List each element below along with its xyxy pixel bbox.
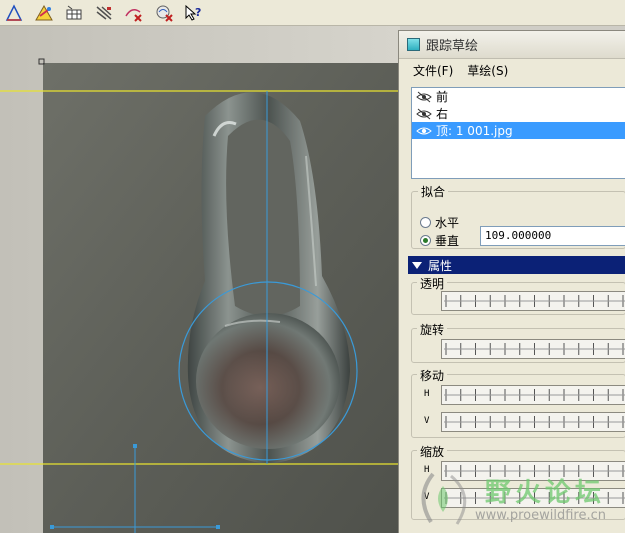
move-h-slider[interactable]	[441, 385, 625, 405]
context-help-icon: ?	[185, 4, 201, 21]
sketch-point[interactable]	[216, 525, 220, 529]
properties-header[interactable]: 属性	[408, 256, 625, 274]
trace-sketch-dialog: 跟踪草绘 文件(F) 草绘(S) 前 右 顶: 1 001.jpg 拟合 水平 …	[398, 30, 625, 533]
radio-vertical[interactable]: 垂直	[420, 232, 459, 249]
transparency-slider[interactable]	[441, 291, 625, 311]
list-item-label: 前	[436, 90, 449, 104]
move-h-label: H	[424, 389, 430, 399]
menu-sketch[interactable]: 草绘(S)	[467, 61, 508, 80]
move-group: 移动 H V	[411, 367, 625, 439]
ruler-grid-button[interactable]	[62, 2, 86, 24]
move-label: 移动	[417, 367, 448, 384]
dialog-title: 跟踪草绘	[426, 39, 479, 54]
sketch-point[interactable]	[50, 525, 54, 529]
move-v-label: V	[424, 416, 430, 426]
scale-label: 缩放	[417, 443, 448, 460]
watermark-text: 野火论坛	[485, 478, 606, 508]
menu-file[interactable]: 文件(F)	[413, 61, 453, 80]
rotation-slider[interactable]	[441, 339, 625, 359]
properties-title: 属性	[428, 258, 453, 273]
radio-circle[interactable]	[420, 235, 431, 246]
collapse-triangle-icon[interactable]	[412, 261, 422, 269]
radio-horizontal-label: 水平	[435, 216, 460, 230]
eye-visible-icon[interactable]	[416, 125, 432, 137]
transparency-label: 透明	[417, 275, 448, 292]
svg-text:?: ?	[195, 6, 201, 19]
color-palette-icon	[35, 4, 53, 20]
watermark-logo-icon	[421, 472, 467, 525]
watermark: 野火论坛 www.proewildfire.cn	[413, 466, 625, 530]
list-item-right[interactable]: 右	[412, 105, 625, 122]
sketch-triangle-button[interactable]	[2, 2, 26, 24]
watermark-url: www.proewildfire.cn	[475, 508, 606, 523]
radio-circle[interactable]	[420, 217, 431, 228]
window-icon	[407, 38, 420, 51]
dialog-menubar: 文件(F) 草绘(S)	[399, 59, 625, 81]
sketch-viewport[interactable]	[0, 26, 400, 533]
dialog-title-bar[interactable]: 跟踪草绘	[399, 31, 625, 59]
transparency-group: 透明	[411, 275, 625, 315]
radio-horizontal[interactable]: 水平	[420, 214, 459, 231]
eye-hidden-icon[interactable]	[416, 91, 432, 103]
erase-curve-button[interactable]	[122, 2, 146, 24]
list-item-label: 顶: 1 001.jpg	[436, 124, 513, 138]
toolbar: ?	[0, 0, 625, 26]
list-item-top[interactable]: 顶: 1 001.jpg	[412, 122, 625, 139]
list-item-front[interactable]: 前	[412, 88, 625, 105]
hatch-tool-icon	[96, 5, 112, 20]
eye-hidden-icon[interactable]	[416, 108, 432, 120]
context-help-button[interactable]: ?	[182, 2, 206, 24]
hatch-tool-button[interactable]	[92, 2, 116, 24]
move-v-slider[interactable]	[441, 412, 625, 432]
delete-sketch-icon	[156, 5, 173, 22]
rotation-label: 旋转	[417, 321, 448, 338]
radio-vertical-label: 垂直	[435, 234, 460, 248]
delete-sketch-button[interactable]	[152, 2, 176, 24]
fit-value-input[interactable]: 109.000000	[480, 226, 625, 246]
ruler-grid-icon	[66, 5, 82, 19]
sketch-point[interactable]	[133, 444, 137, 448]
sketch-triangle-icon	[5, 3, 23, 21]
fit-group: 拟合 水平 垂直 109.000000	[411, 183, 625, 249]
list-item-label: 右	[436, 107, 449, 121]
fit-legend: 拟合	[421, 185, 446, 199]
rotation-group: 旋转	[411, 321, 625, 363]
color-palette-button[interactable]	[32, 2, 56, 24]
erase-curve-icon	[125, 8, 142, 22]
image-list[interactable]: 前 右 顶: 1 001.jpg	[411, 87, 625, 179]
sketch-canvas[interactable]	[0, 26, 400, 533]
